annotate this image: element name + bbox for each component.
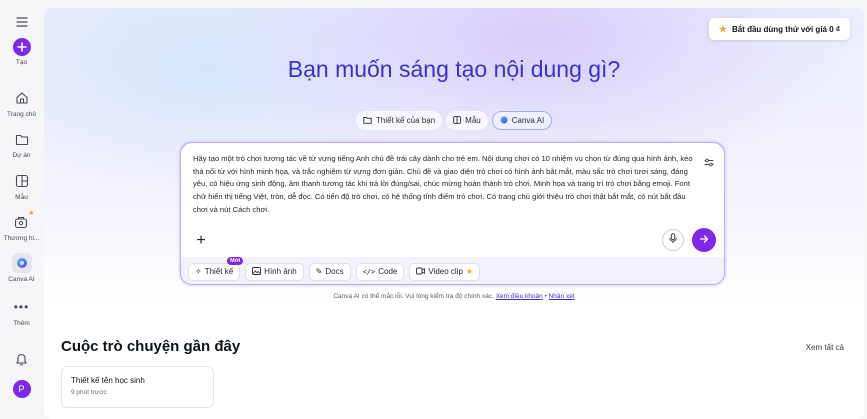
trial-label: Bắt đầu dùng thử với giá 0 ₫ (731, 24, 840, 34)
chip-label: Thiết kế (204, 267, 234, 276)
chip-docs[interactable]: ✎ Docs (308, 262, 351, 281)
account-button[interactable]: P (0, 380, 43, 398)
sparkle-design-icon: ✧ (195, 267, 202, 276)
arrow-right-icon (699, 231, 709, 249)
separator: • (544, 293, 547, 300)
template-icon (12, 171, 32, 191)
menu-icon (12, 12, 32, 32)
sidebar-item-canva-ai[interactable]: Canva AI (0, 253, 43, 283)
sidebar-item-create[interactable]: Tạo (0, 38, 43, 66)
premium-crown-icon: ★ (465, 267, 474, 276)
code-icon: </> (362, 267, 376, 276)
design-icon (363, 116, 372, 126)
chip-video[interactable]: Video clip ★ (409, 262, 481, 281)
recent-conversations-heading: Cuộc trò chuyện gần đây (61, 338, 241, 355)
notifications-button[interactable] (0, 349, 43, 369)
sidebar-item-label: Thương hi... (3, 235, 40, 242)
tab-your-designs[interactable]: Thiết kế của bạn (356, 111, 443, 130)
sliders-icon[interactable] (704, 154, 714, 172)
page-title: Bạn muốn sáng tạo nội dung gì? (287, 56, 621, 82)
canva-ai-icon (500, 116, 508, 126)
conversation-card[interactable]: Thiết kế tên học sinh 9 phút trước (61, 366, 214, 408)
chip-design[interactable]: ✧ Thiết kế Mới (188, 256, 244, 281)
main-panel: ★ Bắt đầu dùng thử với giá 0 ₫ Bạn muốn … (44, 8, 864, 419)
avatar: P (12, 380, 31, 398)
prompt-input[interactable]: Hãy tạo một trò chơi tương tác về từ vựn… (193, 153, 698, 217)
sidebar-item-projects[interactable]: Dự án (0, 129, 43, 159)
see-all-link[interactable]: Xem tất cả (806, 343, 844, 352)
hero-section: ★ Bắt đầu dùng thử với giá 0 ₫ Bạn muốn … (44, 8, 864, 308)
conversation-time: 9 phút trước (71, 389, 107, 396)
sidebar: Tạo Trang chủ Dự án Mẫu ★ Thương hi... C… (0, 0, 43, 419)
sidebar-item-home[interactable]: Trang chủ (0, 88, 43, 118)
chip-code[interactable]: </> Code (355, 262, 405, 281)
premium-crown-icon: ★ (28, 210, 35, 217)
sidebar-item-label: Tạo (15, 59, 28, 66)
microphone-icon (669, 231, 677, 249)
plus-icon (12, 38, 31, 56)
terms-link[interactable]: Xem điều khoản (496, 293, 543, 300)
tab-label: Thiết kế của bạn (376, 116, 436, 125)
add-attachment-button[interactable]: + (189, 229, 213, 253)
disclaimer-text: Canva AI có thể mắc lỗi. Vui lòng kiểm t… (333, 293, 494, 300)
chip-label: Hình ảnh (264, 267, 297, 276)
tab-canva-ai[interactable]: Canva AI (491, 111, 553, 130)
tab-templates[interactable]: Mẫu (446, 111, 488, 130)
sidebar-item-label: Thêm (13, 320, 30, 327)
tab-label: Canva AI (511, 116, 545, 125)
home-icon (12, 88, 32, 108)
canva-ai-icon (11, 253, 32, 273)
crown-icon: ★ (718, 23, 727, 34)
sidebar-item-more[interactable]: ••• Thêm (0, 297, 43, 327)
video-icon (416, 267, 426, 277)
feedback-link[interactable]: Nhận xét (549, 293, 575, 300)
sidebar-item-label: Dự án (12, 152, 31, 159)
send-button[interactable] (692, 228, 716, 252)
brand-icon: ★ (12, 210, 35, 232)
chip-image[interactable]: Hình ảnh (245, 262, 304, 281)
mode-tabs: Thiết kế của bạn Mẫu Canva AI (356, 111, 553, 130)
sidebar-item-label: Mẫu (15, 194, 28, 201)
sidebar-item-label: Canva AI (8, 276, 35, 283)
new-badge: Mới (227, 256, 244, 265)
docs-icon: ✎ (315, 267, 323, 276)
start-trial-button[interactable]: ★ Bắt đầu dùng thử với giá 0 ₫ (708, 18, 850, 40)
ai-disclaimer: Canva AI có thể mắc lỗi. Vui lòng kiểm t… (44, 293, 864, 300)
sidebar-item-templates[interactable]: Mẫu (0, 171, 43, 201)
folder-icon (12, 129, 32, 149)
more-icon: ••• (13, 300, 30, 314)
template-icon (453, 115, 462, 126)
chip-label: Video clip (428, 267, 463, 276)
bell-icon (12, 349, 32, 369)
conversation-title: Thiết kế tên học sinh (71, 376, 145, 385)
creation-type-chips: ✧ Thiết kế Mới Hình ảnh ✎ Docs </> Code (181, 256, 724, 284)
microphone-button[interactable] (662, 229, 684, 251)
sidebar-item-brand[interactable]: ★ Thương hi... (0, 210, 43, 242)
sidebar-item-label: Trang chủ (6, 111, 37, 118)
plus-icon: + (196, 232, 206, 249)
image-icon (252, 266, 262, 277)
tab-label: Mẫu (465, 116, 481, 125)
prompt-box: Hãy tạo một trò chơi tương tác về từ vựn… (180, 142, 725, 285)
chip-label: Code (378, 267, 398, 276)
chip-label: Docs (325, 267, 344, 276)
menu-button[interactable] (0, 12, 43, 32)
